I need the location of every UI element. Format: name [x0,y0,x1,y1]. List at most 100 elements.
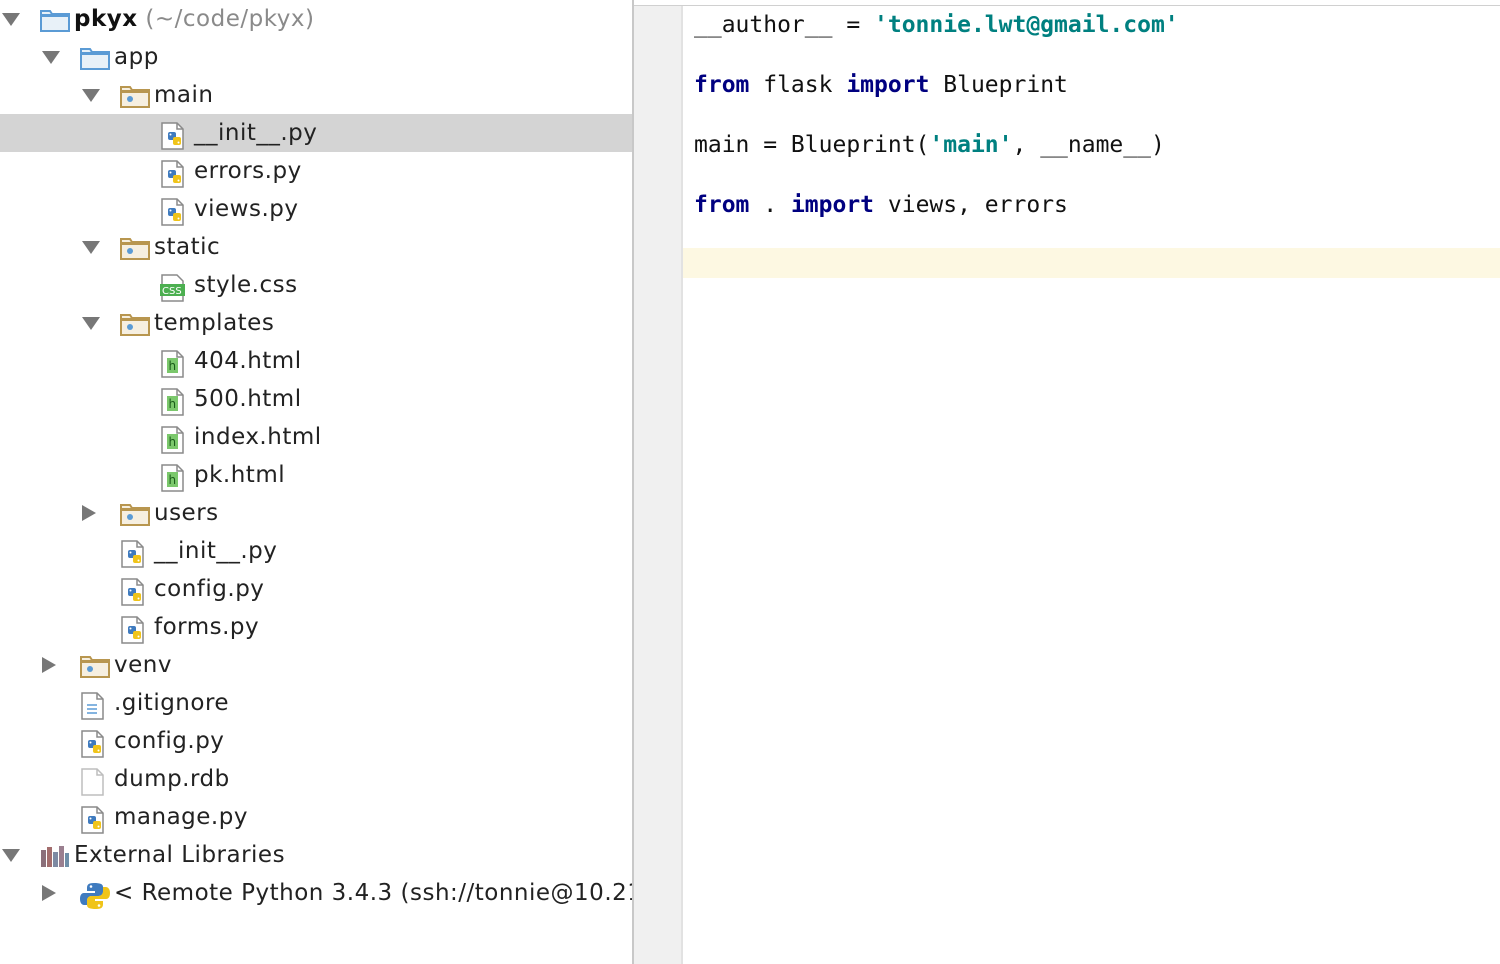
code-text: . [749,192,791,218]
tree-item[interactable]: templates [0,304,632,342]
current-line-highlight [634,248,1500,278]
html-file-icon: h [160,388,186,420]
code-keyword: import [790,192,875,218]
expand-arrow-down-icon[interactable] [42,51,60,64]
tree-item[interactable]: errors.py [0,152,632,190]
tree-item[interactable]: CSS style.css [0,266,632,304]
tree-item[interactable]: pkyx (~/code/pkyx) [0,0,632,38]
code-keyword: import [846,72,930,98]
code-line[interactable]: __author__ = 'tonnie.lwt@gmail.com' [694,10,1179,40]
expand-arrow-down-icon[interactable] [82,89,100,102]
tree-item[interactable]: __init__.py [0,114,632,152]
tree-item[interactable]: views.py [0,190,632,228]
tree-item-label: style.css [194,272,298,298]
package-folder-icon [120,312,150,340]
editor-top-border [634,5,1500,6]
tree-item[interactable]: static [0,228,632,266]
tree-item-label: views.py [194,196,299,222]
collapse-arrow-right-icon[interactable] [42,885,56,901]
tree-item[interactable]: h index.html [0,418,632,456]
tree-item[interactable]: .gitignore [0,684,632,722]
tree-item-label: .gitignore [114,690,230,716]
tree-item[interactable]: h 404.html [0,342,632,380]
tree-item-label: __init__.py [194,120,318,146]
tree-item[interactable]: users [0,494,632,532]
tree-item-label: templates [154,310,275,336]
package-folder-icon [120,84,150,112]
svg-text:h: h [169,359,177,373]
code-text: main = Blueprint( [694,132,930,158]
code-string: 'main' [929,132,1013,158]
tree-item[interactable]: < Remote Python 3.4.3 (ssh://tonnie@10.2… [0,874,632,912]
tree-item-label: < Remote Python 3.4.3 (ssh://tonnie@10.2… [114,880,632,906]
tree-item[interactable]: config.py [0,570,632,608]
html-file-icon: h [160,350,186,382]
html-file-icon: h [160,464,186,496]
python-file-icon [120,540,146,572]
gutter-separator [681,6,683,964]
tree-item[interactable]: config.py [0,722,632,760]
code-text: Blueprint [929,72,1068,98]
tree-item[interactable]: dump.rdb [0,760,632,798]
python-file-icon [160,160,186,192]
python-file-icon [80,806,106,838]
text-file-icon [80,692,106,724]
tree-item-label: index.html [194,424,322,450]
collapse-arrow-right-icon[interactable] [42,657,56,673]
expand-arrow-down-icon[interactable] [82,317,100,330]
expand-arrow-down-icon[interactable] [82,241,100,254]
tree-item-label: venv [114,652,172,678]
tree-item-label: External Libraries [74,842,286,868]
tree-item-label: static [154,234,221,260]
code-line[interactable]: main = Blueprint('main', __name__) [694,130,1165,160]
package-folder-icon [120,236,150,264]
tree-item-label: __init__.py [154,538,278,564]
code-string: 'tonnie.lwt@gmail.com' [874,12,1179,38]
tree-item[interactable]: forms.py [0,608,632,646]
tree-item[interactable]: venv [0,646,632,684]
code-editor[interactable]: __author__ = 'tonnie.lwt@gmail.com' from … [634,0,1500,964]
tree-item[interactable]: External Libraries [0,836,632,874]
tree-item[interactable]: h 500.html [0,380,632,418]
code-text: flask [749,72,847,98]
tree-item-label: pk.html [194,462,286,488]
code-line[interactable]: from . import views, errors [694,190,1068,220]
tree-item[interactable]: manage.py [0,798,632,836]
python-file-icon [80,730,106,762]
code-text: views, errors [874,192,1068,218]
tree-item[interactable]: app [0,38,632,76]
css-file-icon: CSS [160,274,186,306]
python-file-icon [160,198,186,230]
tree-item-label: forms.py [154,614,260,640]
tree-item-label: users [154,500,219,526]
code-line[interactable]: from flask import Blueprint [694,70,1068,100]
html-file-icon: h [160,426,186,458]
tree-item-label: config.py [154,576,265,602]
tree-item[interactable]: __init__.py [0,532,632,570]
svg-text:h: h [169,397,177,411]
tree-item-label: app [114,44,159,70]
python-sdk-icon [80,882,110,914]
code-text: , __name__) [1012,132,1165,158]
editor-gutter[interactable] [634,6,681,964]
project-root-label: pkyx (~/code/pkyx) [74,0,314,38]
tree-item[interactable]: main [0,76,632,114]
collapse-arrow-right-icon[interactable] [82,505,96,521]
expand-arrow-down-icon[interactable] [2,849,20,862]
python-file-icon [160,122,186,154]
project-tree[interactable]: pkyx (~/code/pkyx) app main __init__.py erro… [0,0,632,964]
tree-item-label: manage.py [114,804,248,830]
svg-text:h: h [169,473,177,487]
project-folder-icon [40,8,70,36]
code-keyword: from [694,192,750,218]
libraries-icon [40,844,70,872]
blank-file-icon [80,768,106,800]
code-text: __author__ = [694,12,875,38]
project-path: (~/code/pkyx) [145,6,315,32]
tree-item-label: main [154,82,214,108]
python-file-icon [120,578,146,610]
tree-item[interactable]: h pk.html [0,456,632,494]
expand-arrow-down-icon[interactable] [2,13,20,26]
svg-text:CSS: CSS [162,286,182,297]
tree-item-label: errors.py [194,158,302,184]
